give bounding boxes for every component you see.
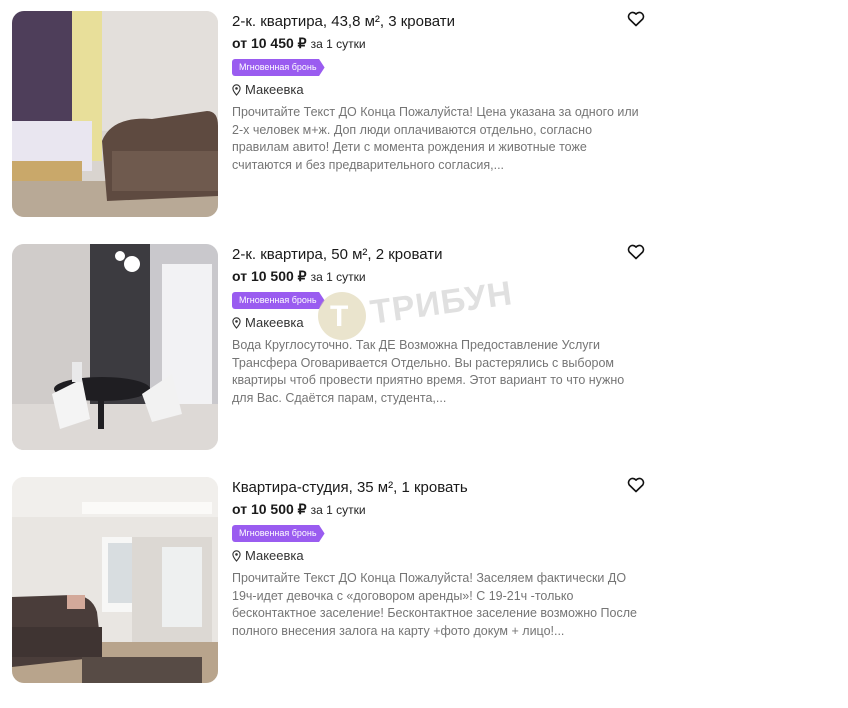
room-photo-studio-sofa: [12, 477, 218, 683]
listing-price: от 10 500 ₽: [232, 268, 307, 284]
price-row: от 10 500 ₽ за 1 сутки: [232, 500, 642, 519]
favorite-heart-icon[interactable]: [627, 11, 645, 27]
listing-price: от 10 500 ₽: [232, 501, 307, 517]
price-row: от 10 450 ₽ за 1 сутки: [232, 34, 642, 53]
listing-description: Прочитайте Текст ДО Конца Пожалуйста! За…: [232, 571, 637, 638]
room-photo-dining-table: [12, 244, 218, 450]
listing-photo[interactable]: [12, 244, 218, 450]
instant-booking-badge: Мгновенная бронь: [232, 59, 325, 76]
listing-price: от 10 450 ₽: [232, 35, 307, 51]
listing-card[interactable]: 2-к. квартира, 50 м², 2 кровати от 10 50…: [12, 244, 652, 450]
listing-location: Макеевка: [232, 315, 642, 331]
location-text: Макеевка: [245, 548, 304, 563]
listing-title[interactable]: 2-к. квартира, 50 м², 2 кровати: [232, 244, 642, 264]
listing-description: Вода Круглосуточно. Так ДЕ Возможна Пред…: [232, 338, 625, 405]
listing-card[interactable]: 2-к. квартира, 43,8 м², 3 кровати от 10 …: [12, 11, 652, 217]
location-pin-icon: [232, 550, 241, 562]
location-pin-icon: [232, 317, 241, 329]
price-period: за 1 сутки: [310, 503, 366, 517]
favorite-heart-icon[interactable]: [627, 244, 645, 260]
listing-title[interactable]: 2-к. квартира, 43,8 м², 3 кровати: [232, 11, 642, 31]
location-text: Макеевка: [245, 82, 304, 97]
instant-booking-badge: Мгновенная бронь: [232, 525, 325, 542]
price-period: за 1 сутки: [310, 37, 366, 51]
price-period: за 1 сутки: [310, 270, 366, 284]
listing-location: Макеевка: [232, 82, 642, 98]
listing-description: Прочитайте Текст ДО Конца Пожалуйста! Це…: [232, 105, 639, 172]
listing-info: 2-к. квартира, 50 м², 2 кровати от 10 50…: [232, 244, 642, 407]
listing-location: Макеевка: [232, 548, 642, 564]
favorite-heart-icon[interactable]: [627, 477, 645, 493]
location-text: Макеевка: [245, 315, 304, 330]
price-row: от 10 500 ₽ за 1 сутки: [232, 267, 642, 286]
listing-photo[interactable]: [12, 477, 218, 683]
room-photo-bedroom-sofa: [12, 11, 218, 217]
listing-title[interactable]: Квартира-студия, 35 м², 1 кровать: [232, 477, 642, 497]
listing-info: Квартира-студия, 35 м², 1 кровать от 10 …: [232, 477, 642, 640]
listing-info: 2-к. квартира, 43,8 м², 3 кровати от 10 …: [232, 11, 642, 174]
listing-card[interactable]: Квартира-студия, 35 м², 1 кровать от 10 …: [12, 477, 652, 683]
instant-booking-badge: Мгновенная бронь: [232, 292, 325, 309]
location-pin-icon: [232, 84, 241, 96]
listing-photo[interactable]: [12, 11, 218, 217]
